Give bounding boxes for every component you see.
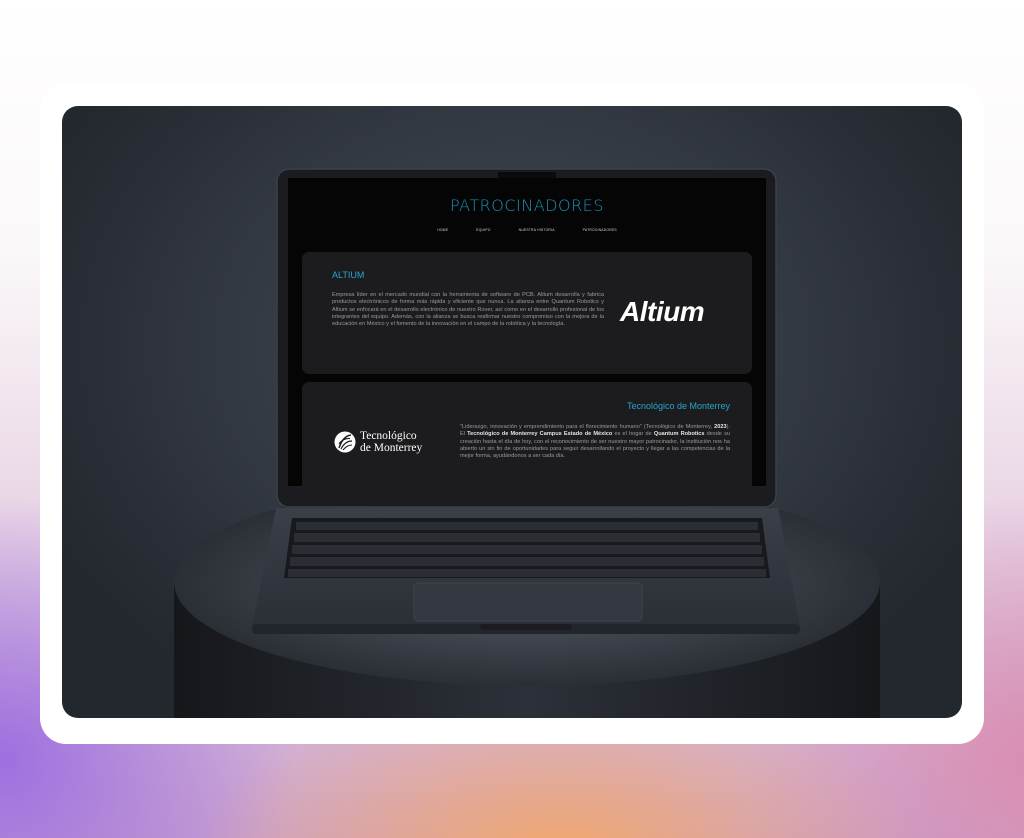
sponsor-heading: ALTIUM	[332, 270, 365, 280]
sponsor-card-tec: Tecnológico de Monterrey Tecnológico de …	[302, 382, 752, 486]
sponsor-card-altium: ALTIUM Empresa líder en el mercado mundi…	[302, 252, 752, 374]
nav-item-equipo[interactable]: EQUIPO	[476, 228, 490, 232]
nav-item-home[interactable]: HOME	[437, 228, 448, 232]
text-emphasis: Tecnológico de Monterrey Campus Estado d…	[467, 431, 613, 438]
tec-logo-line1: Tecnológico	[360, 430, 417, 442]
text-emphasis: Quantum Robotics	[653, 431, 705, 438]
altium-logo: Altium	[620, 296, 705, 327]
tec-logo-text: Tecnológico de Monterrey	[360, 430, 422, 454]
tec-emblem-icon	[334, 431, 356, 453]
tec-logo-line2: de Monterrey	[360, 442, 423, 454]
sponsor-description: "Liderazgo, innovación y emprendimiento …	[460, 424, 730, 460]
site-nav: HOME EQUIPO NUESTRA HISTORIA PATROCINADO…	[288, 228, 766, 232]
sponsor-description: Empresa líder en el mercado mundial con …	[332, 292, 604, 328]
page-title: PATROCINADORES	[450, 196, 604, 215]
tec-logo: Tecnológico de Monterrey	[334, 428, 438, 462]
nav-item-nuestra-historia[interactable]: NUESTRA HISTORIA	[519, 228, 555, 232]
nav-item-patrocinadores[interactable]: PATROCINADORES	[583, 228, 617, 232]
website-screen: PATROCINADORES HOME EQUIPO NUESTRA HISTO…	[288, 178, 766, 486]
text-segment: "Liderazgo, innovación y emprendimiento …	[460, 424, 715, 430]
text-segment: es el hogar de	[612, 431, 654, 438]
sponsor-heading: Tecnológico de Monterrey	[626, 401, 730, 411]
text-emphasis: 2023	[714, 424, 727, 430]
